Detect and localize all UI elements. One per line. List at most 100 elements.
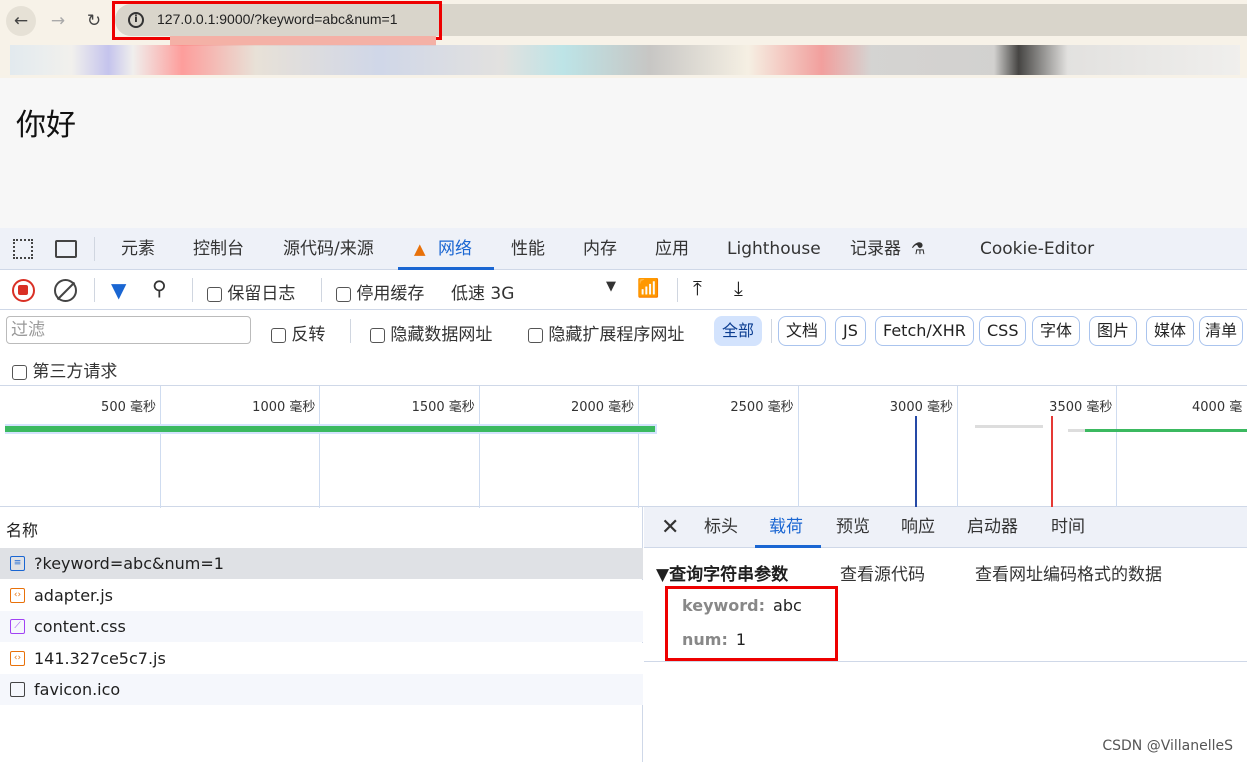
divider [321, 278, 322, 302]
timeline-tick-label: 2500 毫秒 [730, 400, 794, 415]
watermark: CSDN @VillanelleS [1102, 738, 1233, 754]
invert-checkbox[interactable]: 反转 [271, 320, 325, 345]
hide-extension-urls-checkbox[interactable]: 隐藏扩展程序网址 [528, 320, 684, 345]
timeline-tick-label: 4000 毫 [1192, 400, 1243, 415]
load-line [1051, 416, 1053, 508]
timeline-tick-label: 500 毫秒 [101, 400, 156, 415]
type-img[interactable]: 图片 [1089, 316, 1138, 346]
domcontentloaded-line [915, 416, 917, 508]
timeline-gridline [160, 386, 161, 508]
close-icon[interactable]: ✕ [661, 507, 679, 548]
throttle-select[interactable]: 低速 3G ▼ [451, 279, 616, 304]
page-text: 你好 [16, 108, 76, 143]
tab-sources[interactable]: 源代码/来源 [283, 228, 374, 270]
page-content: 你好 [0, 78, 1247, 228]
type-manifest[interactable]: 清单 [1199, 316, 1244, 346]
type-all[interactable]: 全部 [714, 316, 763, 346]
network-toolbar: ▼ ⚲ 保留日志 停用缓存 低速 3G ▼ 📶 ⤒ ⤓ [0, 270, 1247, 310]
request-detail-panel: ✕ 标头 载荷 预览 响应 启动器 时间 ▼查询字符串参数 查看源代码 查看网址… [644, 507, 1247, 762]
name-column-header[interactable]: 名称 [6, 517, 38, 541]
tab-lighthouse[interactable]: Lighthouse [727, 228, 821, 270]
chevron-down-icon: ▼ [606, 279, 616, 294]
preserve-log-checkbox[interactable]: 保留日志 [207, 279, 295, 304]
type-css[interactable]: CSS [979, 316, 1027, 346]
type-doc[interactable]: 文档 [778, 316, 827, 346]
tab-application[interactable]: 应用 [655, 228, 689, 270]
filter-input[interactable]: 过滤 [6, 316, 251, 344]
disable-cache-checkbox[interactable]: 停用缓存 [336, 279, 424, 304]
clear-button[interactable] [54, 279, 77, 302]
timeline-bar [5, 426, 655, 432]
tab-headers[interactable]: 标头 [704, 507, 738, 548]
tab-initiator[interactable]: 启动器 [967, 507, 1018, 548]
timeline-gridline [957, 386, 958, 508]
timeline-gridline [797, 386, 799, 508]
divider [192, 278, 193, 302]
tab-label: 网络 [438, 239, 472, 259]
script-file-icon: ‹› [10, 587, 25, 603]
divider [771, 319, 772, 343]
tab-timing[interactable]: 时间 [1051, 507, 1085, 548]
highlight-box [112, 1, 442, 40]
document-file-icon: ≡ [10, 556, 25, 571]
reload-button[interactable]: ↻ [79, 6, 109, 36]
tab-network[interactable]: ▲ 网络 [398, 228, 494, 270]
query-string-section-toggle[interactable]: ▼查询字符串参数 [656, 560, 788, 585]
third-party-checkbox[interactable]: 第三方请求 [12, 357, 117, 382]
request-row[interactable]: favicon.ico [0, 674, 643, 705]
request-name: 141.327ce5c7.js [34, 648, 166, 668]
tab-performance[interactable]: 性能 [511, 228, 545, 270]
filter-icon[interactable]: ▼ [111, 278, 126, 302]
search-icon[interactable]: ⚲ [152, 276, 167, 300]
tab-preview[interactable]: 预览 [836, 507, 870, 548]
request-row[interactable]: ⟋ content.css [0, 611, 643, 642]
divider [677, 278, 678, 302]
back-button[interactable]: ← [6, 6, 36, 36]
timeline-tick-label: 3500 毫秒 [1049, 400, 1113, 415]
timeline-overview[interactable]: 500 毫秒 1000 毫秒 1500 毫秒 2000 毫秒 2500 毫秒 3000 毫… [0, 385, 1247, 508]
timeline-bar [975, 425, 1043, 428]
request-name: ?keyword=abc&num=1 [34, 554, 224, 573]
other-file-icon [10, 682, 25, 697]
bookmarks-bar [10, 45, 1240, 75]
request-row[interactable]: ‹› 141.327ce5c7.js [0, 642, 643, 674]
divider [94, 278, 95, 302]
request-row[interactable]: ≡ ?keyword=abc&num=1 [0, 548, 643, 579]
divider [94, 237, 95, 261]
network-conditions-icon[interactable]: 📶 [637, 278, 659, 299]
device-toggle-icon[interactable] [55, 240, 77, 258]
type-font[interactable]: 字体 [1032, 316, 1081, 346]
tab-recorder[interactable]: 记录器 [850, 228, 901, 270]
timeline-gridline [1116, 386, 1118, 508]
request-row[interactable]: ‹› adapter.js [0, 579, 643, 611]
highlight-box [665, 586, 838, 661]
request-name: adapter.js [34, 585, 114, 605]
timeline-tick-label: 1000 毫秒 [252, 400, 316, 415]
tab-console[interactable]: 控制台 [193, 228, 244, 270]
tab-response[interactable]: 响应 [901, 507, 935, 548]
detail-tabbar: ✕ 标头 载荷 预览 响应 启动器 时间 [644, 507, 1247, 548]
type-media[interactable]: 媒体 [1146, 316, 1195, 346]
record-button[interactable] [12, 279, 35, 302]
import-har-icon[interactable]: ⤒ [693, 276, 702, 300]
view-url-encoded-link[interactable]: 查看网址编码格式的数据 [975, 560, 1162, 585]
tab-cookie-editor[interactable]: Cookie-Editor [980, 228, 1094, 270]
type-js[interactable]: JS [835, 316, 866, 346]
tab-memory[interactable]: 内存 [583, 228, 617, 270]
browser-chrome: ← → ↻ i 127.0.0.1:9000/?keyword=abc&num=… [0, 0, 1247, 78]
export-har-icon[interactable]: ⤓ [734, 276, 743, 300]
tab-elements[interactable]: 元素 [121, 228, 155, 270]
inspect-icon[interactable] [13, 239, 33, 259]
request-name: favicon.ico [34, 680, 121, 699]
type-fetch-xhr[interactable]: Fetch/XHR [875, 316, 974, 346]
hide-data-urls-checkbox[interactable]: 隐藏数据网址 [370, 320, 492, 345]
script-file-icon: ‹› [10, 650, 25, 666]
flask-icon: ⚗ [911, 239, 926, 258]
timeline-tick-label: 1500 毫秒 [411, 400, 475, 415]
timeline-bar [1068, 429, 1085, 432]
view-source-link[interactable]: 查看源代码 [840, 560, 925, 585]
timeline-bar [1085, 429, 1247, 432]
timeline-gridline [478, 386, 480, 508]
tab-payload[interactable]: 载荷 [755, 507, 821, 548]
forward-button[interactable]: → [43, 6, 73, 36]
